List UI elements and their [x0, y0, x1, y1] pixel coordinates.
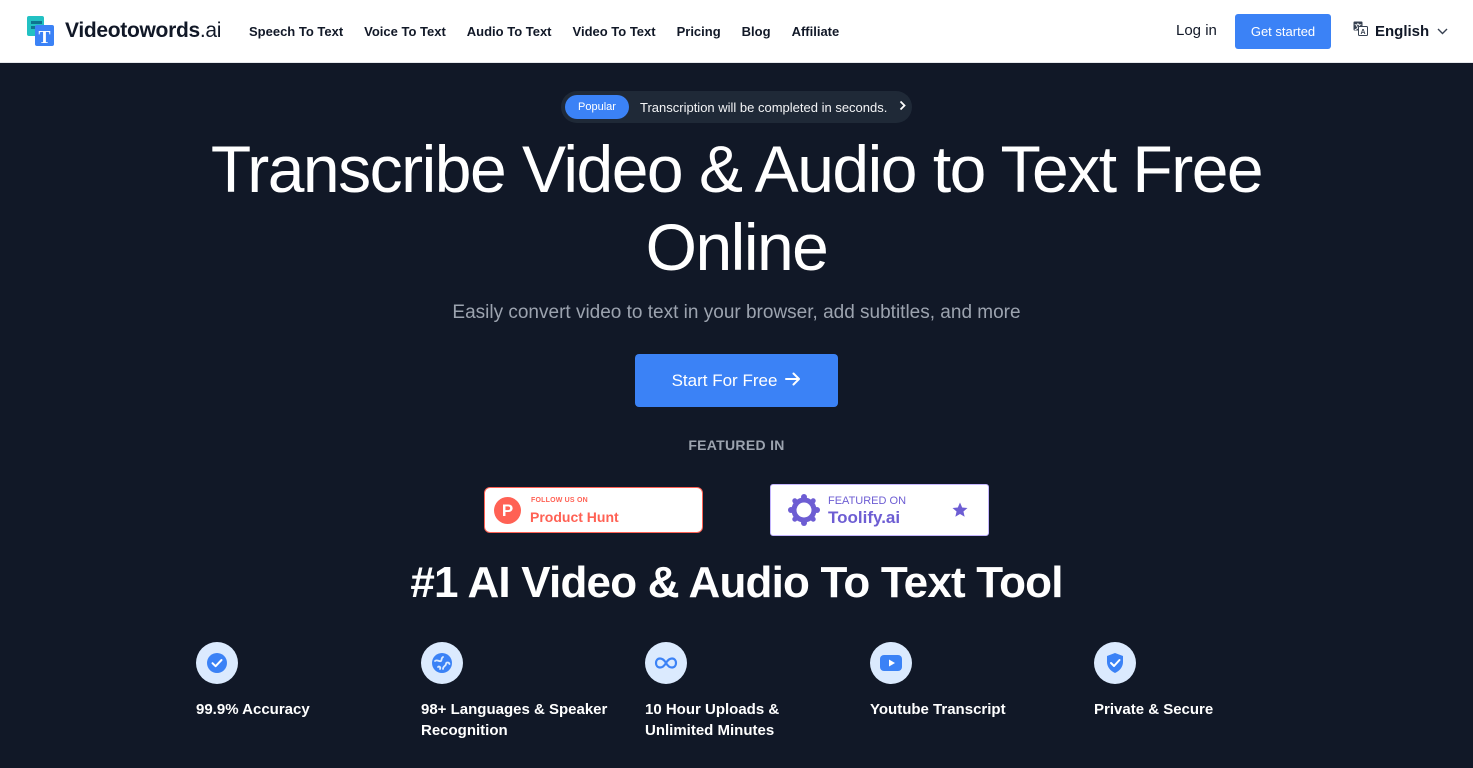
feature-label: Private & Secure	[1094, 701, 1214, 718]
producthunt-small-text: FOLLOW US ON	[531, 497, 588, 504]
hero-title-line-2: Online	[645, 210, 829, 284]
producthunt-logo-icon: P	[494, 497, 521, 524]
translate-icon: 文 A	[1353, 21, 1368, 41]
toolify-logo-icon	[788, 494, 820, 531]
arrow-right-icon	[785, 371, 801, 391]
feature-languages: 98+ Languages & Speaker Recognition	[421, 642, 621, 741]
producthunt-name: Product Hunt	[530, 509, 619, 525]
toolify-name: Toolify.ai	[828, 508, 901, 527]
language-label: English	[1375, 22, 1430, 40]
hero-title: Transcribe Video & Audio to Text Free On…	[0, 130, 1473, 286]
nav-link-video-to-text[interactable]: Video To Text	[573, 24, 656, 39]
logo[interactable]: T Videotowords.ai	[27, 16, 222, 47]
language-selector[interactable]: 文 A English	[1353, 21, 1448, 41]
top-navbar: T Videotowords.ai Speech To Text Voice T…	[0, 0, 1473, 63]
producthunt-badge[interactable]: P FOLLOW US ON Product Hunt	[484, 487, 703, 533]
announcement-text: Transcription will be completed in secon…	[640, 99, 888, 115]
check-circle-icon	[196, 642, 238, 684]
get-started-button[interactable]: Get started	[1235, 14, 1331, 49]
popular-badge: Popular	[565, 95, 629, 119]
shield-check-icon	[1094, 642, 1136, 684]
nav-link-speech-to-text[interactable]: Speech To Text	[249, 24, 343, 39]
star-icon	[951, 501, 969, 524]
feature-label: 98+ Languages & Speaker Recognition	[421, 701, 608, 739]
cta-label: Start For Free	[671, 370, 778, 390]
youtube-icon	[870, 642, 912, 684]
nav-link-audio-to-text[interactable]: Audio To Text	[467, 24, 552, 39]
announcement-pill[interactable]: Popular Transcription will be completed …	[561, 91, 912, 123]
svg-text:A: A	[1360, 29, 1365, 36]
nav-links: Speech To Text Voice To Text Audio To Te…	[249, 24, 860, 39]
feature-private: Private & Secure	[1094, 642, 1294, 720]
hero-subtitle: Easily convert video to text in your bro…	[452, 302, 1021, 323]
feature-label: 99.9% Accuracy	[196, 701, 310, 718]
feature-uploads: 10 Hour Uploads & Unlimited Minutes	[645, 642, 845, 741]
feature-youtube: Youtube Transcript	[870, 642, 1070, 720]
toolify-badge[interactable]: FEATURED ON Toolify.ai	[770, 484, 989, 536]
infinity-icon	[645, 642, 687, 684]
feature-accuracy: 99.9% Accuracy	[196, 642, 396, 720]
toolify-small-text: FEATURED ON	[828, 495, 907, 507]
feature-label: Youtube Transcript	[870, 701, 1006, 718]
login-link[interactable]: Log in	[1176, 22, 1217, 39]
start-for-free-button[interactable]: Start For Free	[635, 354, 838, 407]
logo-text: Videotowords.ai	[65, 19, 222, 42]
feature-label: 10 Hour Uploads & Unlimited Minutes	[645, 701, 780, 739]
globe-icon	[421, 642, 463, 684]
nav-link-pricing[interactable]: Pricing	[677, 24, 721, 39]
chevron-right-icon	[899, 98, 907, 116]
nav-link-blog[interactable]: Blog	[742, 24, 771, 39]
hero-title-line-1: Transcribe Video & Audio to Text Free	[210, 132, 1264, 206]
logo-icon: T	[27, 16, 54, 47]
chevron-down-icon	[1437, 22, 1448, 40]
section-title: #1 AI Video & Audio To Text Tool	[410, 558, 1063, 607]
nav-link-voice-to-text[interactable]: Voice To Text	[364, 24, 446, 39]
featured-in-heading: FEATURED IN	[688, 437, 785, 453]
nav-link-affiliate[interactable]: Affiliate	[792, 24, 840, 39]
svg-text:T: T	[38, 27, 50, 46]
